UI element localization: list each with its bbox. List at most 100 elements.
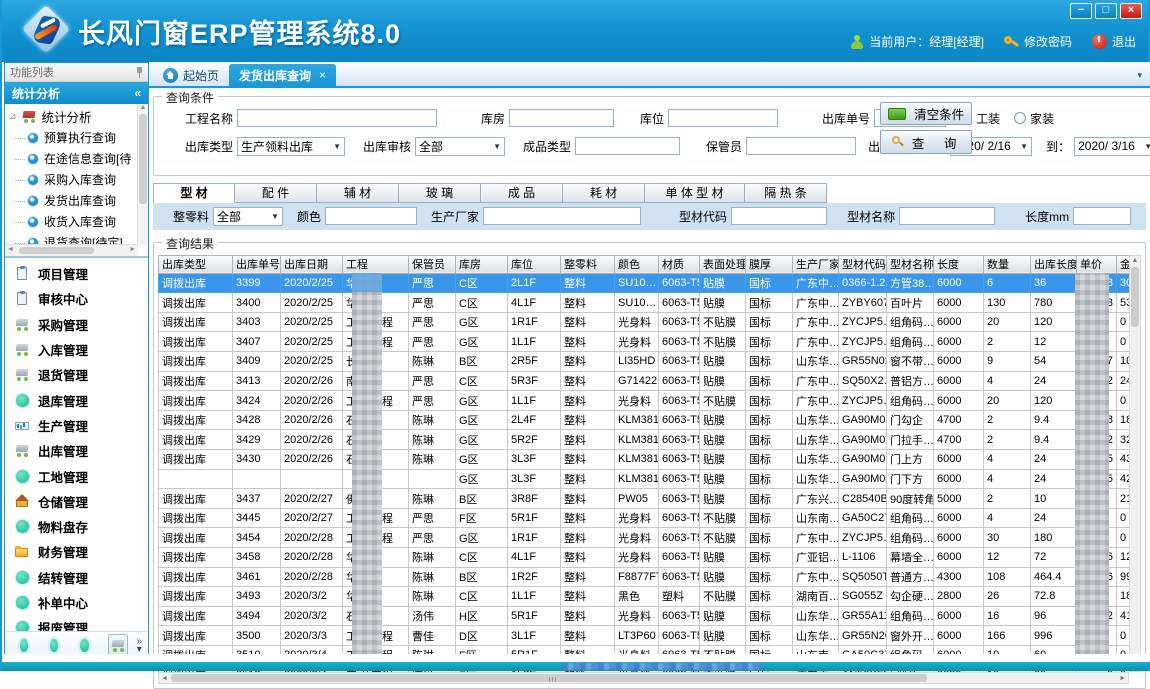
length-input[interactable]	[1073, 207, 1131, 225]
keeper-input[interactable]	[746, 137, 856, 155]
column-header-材质[interactable]: 材质	[659, 255, 700, 273]
table-row[interactable]: 调拨出库34132020/2/26南 …严思C区5R3F整料G714226063…	[159, 371, 1130, 391]
tree-item-预算执行查询[interactable]: 预算执行查询	[5, 127, 138, 148]
material-tab-辅材[interactable]: 辅 材	[317, 183, 399, 203]
column-header-整零料[interactable]: 整零料	[561, 255, 615, 273]
tree-item-收货入库查询[interactable]: 收货入库查询	[5, 211, 138, 232]
sidebar-item-退货管理[interactable]: 退货管理	[5, 362, 148, 387]
table-row[interactable]: 调拨出库34302020/2/26石 城陈琳G区3L3F整料KLM3817606…	[159, 450, 1130, 470]
product-type-input[interactable]	[575, 137, 680, 155]
radio-jiazhuang[interactable]: 家装	[1014, 110, 1054, 127]
table-row[interactable]: 调拨出库34452020/2/27工 共工程严思F区5R1F整料光身料6063-…	[159, 508, 1130, 528]
profile-name-input[interactable]	[899, 207, 995, 225]
column-header-表面处理[interactable]: 表面处理	[700, 255, 746, 273]
column-header-保管员[interactable]: 保管员	[409, 255, 456, 273]
table-row[interactable]: 调拨出库34292020/2/26石 城陈琳G区5R2F整料KLM3817606…	[159, 430, 1130, 450]
table-row[interactable]: 调拨出库34612020/2/28华 原…陈琳B区1R2F整料F8877FT60…	[159, 567, 1130, 587]
column-header-出库单号[interactable]: 出库单号	[233, 255, 281, 273]
sidebar-item-生产管理[interactable]: 生产管理	[5, 413, 148, 438]
circle-icon[interactable]	[18, 637, 30, 654]
sidebar-item-入库管理[interactable]: 入库管理	[5, 337, 148, 362]
tree-vertical-scrollbar[interactable]: ▲	[137, 104, 148, 245]
tab-close-icon[interactable]: ×	[319, 68, 326, 82]
column-header-出库长度[interactable]: 出库长度	[1031, 255, 1077, 273]
factory-input[interactable]	[483, 207, 641, 225]
sidebar-item-审核中心[interactable]: 审核中心	[5, 286, 148, 311]
column-header-库房[interactable]: 库房	[456, 255, 508, 273]
column-header-型材代码[interactable]: 型材代码	[839, 255, 887, 273]
sidebar-item-项目管理[interactable]: 项目管理	[5, 261, 148, 286]
tree-item-采购入库查询[interactable]: 采购入库查询	[5, 169, 138, 190]
sidebar-item-补单中心[interactable]: 补单中心	[5, 590, 148, 615]
column-header-金额[interactable]: 金额	[1117, 255, 1130, 273]
tree-item-在途信息查询[待[interactable]: 在途信息查询[待	[5, 148, 138, 169]
column-header-单价[interactable]: 单价	[1077, 255, 1117, 273]
column-header-长度[interactable]: 长度	[934, 255, 984, 273]
table-row[interactable]: G区3L3F整料KLM38176063-T5贴膜国标山东华…GA90M09.门下…	[159, 469, 1130, 489]
material-tab-隔热条[interactable]: 隔 热 条	[745, 183, 827, 203]
tab-list-dropdown-icon[interactable]: ▾	[1137, 70, 1142, 81]
column-header-出库类型[interactable]: 出库类型	[159, 255, 233, 273]
column-header-工程[interactable]: 工程	[343, 255, 409, 273]
table-row[interactable]: 调拨出库34542020/2/28工 共工程严思G区1R1F整料光身料6063-…	[159, 528, 1130, 548]
out-type-select[interactable]: 生产领料出库▼	[237, 137, 345, 156]
grid-vertical-scrollbar[interactable]: ▲▼	[1129, 255, 1141, 673]
profile-code-input[interactable]	[731, 207, 827, 225]
circle-icon[interactable]	[48, 637, 60, 654]
column-header-膜厚[interactable]: 膜厚	[746, 255, 793, 273]
tree-root-statistics[interactable]: ⊿统计分析	[5, 106, 138, 127]
collapse-icon[interactable]: «	[134, 86, 141, 100]
table-row[interactable]: 调拨出库34092020/2/25长 …陈琳B区2R5F整料LI35HD6063…	[159, 352, 1130, 372]
pin-icon[interactable]	[136, 67, 143, 78]
sidebar-item-采购管理[interactable]: 采购管理	[5, 312, 148, 337]
clear-conditions-button[interactable]: 清空条件	[880, 102, 972, 125]
audit-select[interactable]: 全部▼	[415, 137, 505, 156]
column-header-数量[interactable]: 数量	[984, 255, 1031, 273]
tree-item-发货出库查询[interactable]: 发货出库查询	[5, 190, 138, 211]
table-row[interactable]: 调拨出库34032020/2/25工 共工程严思G区1R1F整料光身料6063-…	[159, 312, 1130, 332]
material-tab-单体型材[interactable]: 单 体 型 材	[645, 183, 745, 203]
table-row[interactable]: 调拨出库34242020/2/26工 共工程严思G区1L1F整料光身料6063-…	[159, 391, 1130, 411]
sidebar-item-工地管理[interactable]: 工地管理	[5, 463, 148, 488]
sidebar-item-物料盘存[interactable]: 物料盘存	[5, 514, 148, 539]
sidebar-item-仓储管理[interactable]: 仓储管理	[5, 489, 148, 514]
color-input[interactable]	[325, 207, 417, 225]
table-row[interactable]: 调拨出库34932020/3/2华 原…陈琳C区1L1F整料黑色塑料不贴膜国标湖…	[159, 587, 1130, 607]
table-row[interactable]: 调拨出库33992020/2/25华 原…严思C区2L1F整料SU10…6063…	[159, 273, 1130, 293]
maximize-button[interactable]: □	[1095, 3, 1117, 19]
table-row[interactable]: 调拨出库34582020/2/28华 原…陈琳C区4L1F整料光身料6063-T…	[159, 548, 1130, 568]
logout-button[interactable]: 退出	[1092, 33, 1136, 50]
table-row[interactable]: 调拨出库34282020/2/26石 城陈琳G区2L4F整料KLM3817606…	[159, 410, 1130, 430]
sidebar-item-报废管理[interactable]: 报废管理	[5, 615, 148, 631]
sidebar-overflow-button[interactable]: »▾	[136, 638, 142, 654]
minimize-button[interactable]: −	[1070, 3, 1092, 19]
table-row[interactable]: 调拨出库34002020/2/25华 原…严思C区4L1F整料SU10…6063…	[159, 293, 1130, 313]
column-header-型材名称[interactable]: 型材名称	[887, 255, 934, 273]
tab-outbound-query[interactable]: 发货出库查询 ×	[229, 64, 336, 86]
table-row[interactable]: 调拨出库34072020/2/25工 共工程严思G区1L1F整料光身料6063-…	[159, 332, 1130, 352]
change-password-button[interactable]: 修改密码	[1004, 33, 1072, 50]
tab-home[interactable]: 起始页	[153, 64, 229, 86]
whole-part-select[interactable]: 全部▼	[213, 207, 283, 226]
project-name-input[interactable]	[237, 109, 437, 127]
grid-horizontal-scrollbar[interactable]: ◄►	[158, 672, 1129, 684]
column-header-库位[interactable]: 库位	[508, 255, 561, 273]
search-button[interactable]: 查 询	[880, 130, 972, 154]
column-header-颜色[interactable]: 颜色	[615, 255, 659, 273]
circle-icon[interactable]	[78, 637, 90, 654]
warehouse-input[interactable]	[509, 109, 614, 127]
table-row[interactable]: 调拨出库34942020/3/2石 辉城汤伟H区5R1F整料光身料6063-T5…	[159, 606, 1130, 626]
tree-horizontal-scrollbar[interactable]: ◄►	[5, 244, 138, 256]
material-tab-型材[interactable]: 型 材	[153, 183, 235, 203]
column-header-生产厂家[interactable]: 生产厂家	[793, 255, 839, 273]
sidebar-item-结转管理[interactable]: 结转管理	[5, 565, 148, 590]
material-tab-成品[interactable]: 成 品	[481, 183, 563, 203]
table-row[interactable]: 调拨出库34372020/2/27佛 …陈琳B区3R8F整料PW056063-T…	[159, 489, 1130, 509]
column-header-出库日期[interactable]: 出库日期	[281, 255, 343, 273]
material-tab-配件[interactable]: 配 件	[235, 183, 317, 203]
sidebar-item-财务管理[interactable]: 财务管理	[5, 539, 148, 564]
sidebar-item-出库管理[interactable]: 出库管理	[5, 438, 148, 463]
sidebar-item-退库管理[interactable]: 退库管理	[5, 387, 148, 412]
material-tab-耗材[interactable]: 耗 材	[563, 183, 645, 203]
close-button[interactable]: ×	[1120, 3, 1142, 19]
